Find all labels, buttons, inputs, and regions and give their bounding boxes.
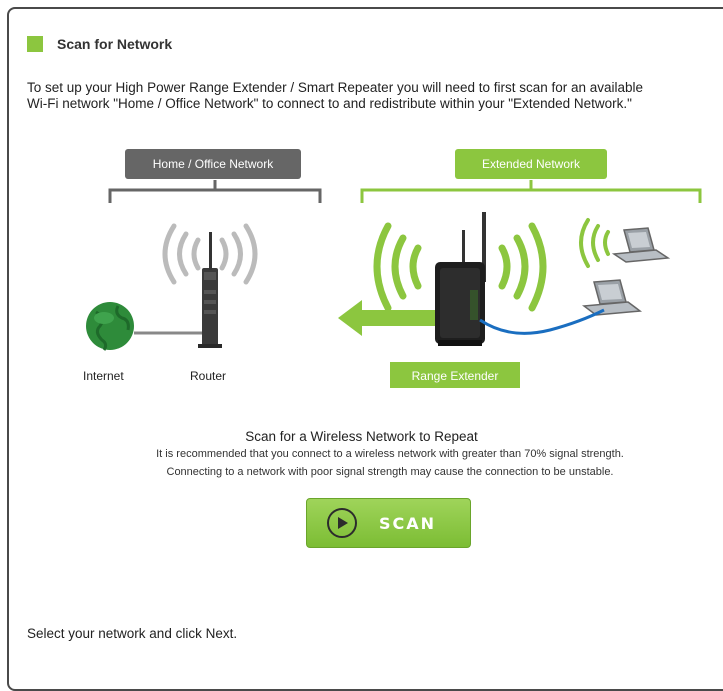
router-label: Router xyxy=(190,369,227,383)
home-network-bracket xyxy=(108,180,322,203)
scan-note-line-2: Connecting to a network with poor signal… xyxy=(166,466,614,478)
router-icon xyxy=(198,232,222,348)
home-network-label: Home / Office Network xyxy=(125,149,301,179)
internet-label: Internet xyxy=(83,369,124,383)
range-extender-label: Range Extender xyxy=(390,362,520,388)
scan-button-label: SCAN xyxy=(379,513,437,533)
globe-icon xyxy=(86,302,134,351)
scan-note-line-1: It is recommended that you connect to a … xyxy=(156,448,624,460)
footer-instruction: Select your network and click Next. xyxy=(27,626,238,641)
ethernet-cable xyxy=(479,308,605,335)
scan-button[interactable]: SCAN xyxy=(306,498,471,548)
range-extender-icon xyxy=(435,212,486,346)
extended-network-label: Extended Network xyxy=(455,149,607,179)
laptop-icon xyxy=(611,227,671,263)
play-icon xyxy=(327,508,357,538)
laptop-signal-icon xyxy=(579,218,610,268)
laptop-icon xyxy=(581,279,643,316)
diagram-art xyxy=(86,180,702,351)
network-diagram: Home / Office Network Extended Network I… xyxy=(0,0,723,676)
scan-heading: Scan for a Wireless Network to Repeat xyxy=(245,429,478,444)
extended-network-bracket xyxy=(360,180,702,203)
